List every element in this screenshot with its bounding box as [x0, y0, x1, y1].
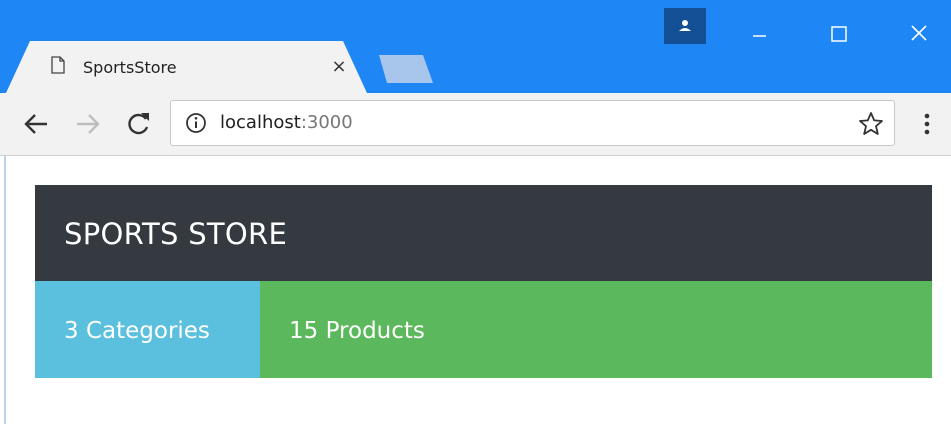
viewport-edge: [4, 155, 6, 424]
minimize-icon: [753, 35, 766, 37]
url-port: :3000: [300, 112, 353, 133]
maximize-button[interactable]: [815, 12, 861, 42]
profile-button[interactable]: [664, 8, 706, 44]
back-arrow-icon: [24, 114, 47, 134]
url-text[interactable]: localhost:3000: [220, 110, 353, 136]
back-button[interactable]: [20, 108, 52, 140]
tab-close-button[interactable]: ×: [328, 56, 350, 78]
url-host: localhost: [220, 112, 301, 133]
close-icon: [911, 25, 927, 41]
forward-button[interactable]: [72, 108, 104, 140]
products-count: 15 Products: [289, 318, 425, 344]
store-brand: SPORTS STORE: [64, 217, 288, 251]
kebab-menu-icon[interactable]: [918, 110, 936, 138]
star-icon[interactable]: [858, 111, 884, 137]
maximize-icon: [831, 26, 847, 42]
document-icon: [51, 56, 65, 74]
categories-count: 3 Categories: [64, 318, 210, 344]
tab-title: SportsStore: [83, 58, 177, 77]
info-icon[interactable]: [185, 112, 207, 134]
reload-button[interactable]: [122, 108, 154, 140]
forward-arrow-icon: [77, 114, 100, 134]
person-icon: [679, 20, 691, 31]
reload-icon: [128, 113, 149, 135]
minimize-button[interactable]: [736, 12, 782, 42]
close-window-button[interactable]: [896, 12, 942, 42]
